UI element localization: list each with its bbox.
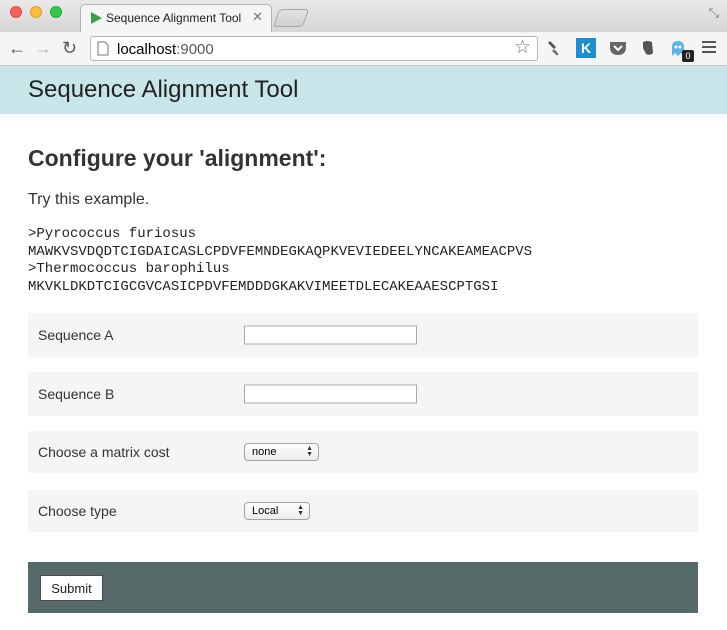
matrix-cost-value: none — [252, 446, 277, 458]
example-line: >Pyrococcus furiosus — [28, 226, 197, 242]
zoom-window-button[interactable] — [50, 6, 62, 18]
matrix-cost-label: Choose a matrix cost — [38, 444, 170, 460]
back-arrow-icon[interactable]: ← — [8, 38, 26, 58]
page-title: Configure your 'alignment': — [28, 145, 327, 171]
reload-icon[interactable]: ↻ — [62, 38, 77, 58]
brush-icon[interactable] — [544, 38, 564, 58]
example-intro: Try this example. — [28, 191, 150, 208]
submit-button[interactable]: Submit — [40, 575, 103, 601]
star-icon[interactable]: ☆ — [514, 38, 531, 58]
type-row: Choose type Local ▲ ▼ — [28, 490, 698, 532]
tab-close-icon[interactable]: ✕ — [252, 10, 263, 24]
example-line: >Thermococcus barophilus — [28, 261, 230, 277]
matrix-cost-row: Choose a matrix cost none ▲ ▼ — [28, 431, 698, 473]
example-line: MAWKVSVDQDTCIGDAICASLCPDVFEMNDEGKAQPKVEV… — [28, 243, 533, 260]
browser-tab-bar: Sequence Alignment Tool ✕ ⤡ — [0, 0, 727, 32]
sequence-a-label: Sequence A — [38, 327, 114, 343]
close-window-button[interactable] — [10, 6, 22, 18]
submit-bar: Submit — [28, 562, 698, 613]
forward-arrow-icon[interactable]: → — [34, 38, 52, 58]
play-favicon-icon — [91, 12, 102, 24]
address-bar[interactable]: localhost:9000 ☆ — [90, 36, 538, 61]
sequence-b-label: Sequence B — [38, 386, 115, 402]
type-value: Local — [252, 505, 279, 517]
url-text: localhost:9000 — [117, 41, 214, 58]
browser-tab[interactable]: Sequence Alignment Tool ✕ — [80, 4, 272, 32]
app-title: Sequence Alignment Tool — [28, 76, 299, 103]
tab-title: Sequence Alignment Tool — [106, 11, 242, 25]
url-port: :9000 — [176, 41, 214, 58]
notification-badge: 0 — [682, 50, 694, 62]
evernote-icon[interactable] — [638, 38, 658, 58]
new-tab-button[interactable] — [272, 9, 310, 27]
select-arrows-icon: ▲ ▼ — [306, 445, 313, 458]
url-host: localhost — [117, 41, 177, 58]
type-label: Choose type — [38, 503, 117, 519]
sequence-b-input[interactable] — [244, 384, 417, 404]
pocket-icon[interactable] — [608, 38, 628, 58]
app-header: Sequence Alignment Tool — [0, 66, 727, 114]
browser-toolbar: ← → ↻ localhost:9000 ☆ K 0 — [0, 32, 727, 66]
sequence-a-row: Sequence A — [28, 313, 698, 357]
menu-icon[interactable] — [702, 41, 716, 55]
matrix-cost-select[interactable]: none ▲ ▼ — [244, 443, 319, 461]
select-arrows-icon: ▲ ▼ — [297, 504, 304, 517]
sequence-a-input[interactable] — [244, 325, 417, 345]
example-line: MKVKLDKDTCIGCGVCASICPDVFEMDDDGKAKVIMEETD… — [28, 278, 499, 295]
type-select[interactable]: Local ▲ ▼ — [244, 502, 310, 520]
k-extension-icon[interactable]: K — [576, 38, 596, 58]
minimize-window-button[interactable] — [30, 6, 42, 18]
example-sequences: >Pyrococcus furiosus MAWKVSVDQDTCIGDAICAS… — [28, 226, 708, 296]
sequence-b-row: Sequence B — [28, 372, 698, 416]
page-icon — [97, 41, 109, 56]
fullscreen-icon[interactable]: ⤡ — [709, 5, 719, 21]
